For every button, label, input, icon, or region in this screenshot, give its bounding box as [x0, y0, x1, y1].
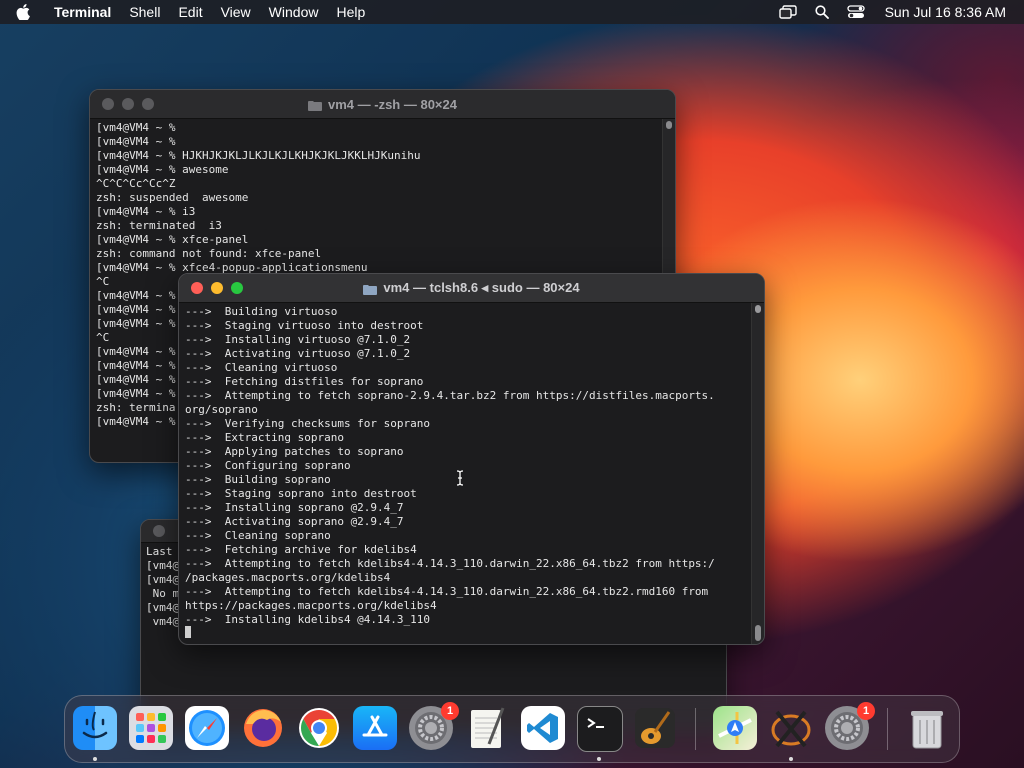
- scrollbar[interactable]: [751, 303, 764, 644]
- dock-firefox-icon[interactable]: [241, 706, 285, 750]
- window-titlebar[interactable]: vm4 — tclsh8.6 ◂ sudo — 80×24: [179, 274, 764, 303]
- spotlight-search-icon[interactable]: [809, 5, 835, 19]
- menu-edit[interactable]: Edit: [178, 0, 202, 24]
- terminal-line: ---> Building virtuoso: [185, 305, 338, 318]
- terminal-line: ---> Activating virtuoso @7.1.0_2: [185, 347, 411, 360]
- terminal-line: [vm4@VM4 ~ % HJKHJKJKLJLKJLKJLKHJKJKLJKK…: [96, 149, 421, 162]
- terminal-line: ---> Applying patches to soprano: [185, 445, 404, 458]
- terminal-line: ---> Installing soprano @2.9.4_7: [185, 501, 404, 514]
- terminal-line: ---> Verifying checksums for soprano: [185, 417, 431, 430]
- dock-launchpad-icon[interactable]: [129, 706, 173, 750]
- terminal-line: zsh: suspended awesome: [96, 191, 249, 204]
- terminal-line: ^C^C^Cc^Cc^Z: [96, 177, 176, 190]
- dock: 1 1: [64, 695, 960, 763]
- terminal-line: ---> Staging virtuoso into destroot: [185, 319, 424, 332]
- menu-app-terminal[interactable]: Terminal: [54, 0, 111, 24]
- folder-icon: [308, 99, 322, 111]
- scrollbar-top: [755, 305, 761, 313]
- terminal-line: ---> Fetching archive for kdelibs4: [185, 543, 417, 556]
- running-indicator: [597, 757, 601, 761]
- terminal-window-tclsh[interactable]: vm4 — tclsh8.6 ◂ sudo — 80×24 ---> Build…: [178, 273, 765, 645]
- terminal-line: ---> Activating soprano @2.9.4_7: [185, 515, 404, 528]
- terminal-line: org/soprano: [185, 403, 258, 416]
- scrollbar-thumb[interactable]: [666, 121, 672, 129]
- screen-mirroring-icon[interactable]: [775, 5, 801, 19]
- dock-app-store-icon[interactable]: [353, 706, 397, 750]
- terminal-line: ---> Staging soprano into destroot: [185, 487, 417, 500]
- terminal-line: ---> Extracting soprano: [185, 431, 344, 444]
- terminal-line: https://packages.macports.org/kdelibs4: [185, 599, 437, 612]
- dock-chrome-icon[interactable]: [297, 706, 341, 750]
- dock-trash-icon[interactable]: [905, 706, 949, 750]
- menu-view[interactable]: View: [221, 0, 251, 24]
- zoom-window-button[interactable]: [142, 98, 154, 110]
- dock-vscode-icon[interactable]: [521, 706, 565, 750]
- text-cursor: [185, 626, 191, 638]
- close-window-button[interactable]: [191, 282, 203, 294]
- notification-badge: 1: [441, 702, 459, 720]
- dock-system-settings-icon[interactable]: 1: [825, 702, 875, 750]
- terminal-line: ---> Fetching distfiles for soprano: [185, 375, 424, 388]
- window-title: vm4 — -zsh — 80×24: [328, 96, 457, 112]
- zoom-window-button[interactable]: [231, 282, 243, 294]
- dock-finder-icon[interactable]: [73, 706, 117, 750]
- terminal-line: [vm4@VM4 ~ % awesome: [96, 163, 229, 176]
- dock-xquartz-icon[interactable]: [769, 706, 813, 750]
- control-center-icon[interactable]: [843, 5, 869, 19]
- scrollbar-thumb[interactable]: [755, 625, 761, 641]
- status-area: Sun Jul 16 8:36 AM: [775, 0, 1024, 24]
- menu-window[interactable]: Window: [269, 0, 319, 24]
- menu-shell[interactable]: Shell: [129, 0, 160, 24]
- window-title: vm4 — tclsh8.6 ◂ sudo — 80×24: [383, 280, 580, 295]
- terminal-line: ---> Cleaning virtuoso: [185, 361, 338, 374]
- close-window-button[interactable]: [102, 98, 114, 110]
- dock-maps-icon[interactable]: [713, 706, 757, 750]
- menu-help[interactable]: Help: [336, 0, 365, 24]
- terminal-line: [vm4@VM4 ~ %: [96, 135, 176, 148]
- apple-menu-icon[interactable]: [16, 4, 38, 20]
- dock-terminal-icon[interactable]: [577, 706, 623, 752]
- close-window-button[interactable]: [153, 525, 165, 537]
- dock-system-settings-icon[interactable]: 1: [409, 702, 459, 750]
- folder-icon: [363, 283, 378, 295]
- dock-garageband-icon[interactable]: [633, 706, 677, 750]
- terminal-line: ---> Cleaning soprano: [185, 529, 331, 542]
- terminal-line: zsh: terminated i3: [96, 219, 222, 232]
- terminal-line: ---> Attempting to fetch kdelibs4-4.14.3…: [185, 557, 715, 570]
- minimize-window-button[interactable]: [211, 282, 223, 294]
- terminal-line: ---> Installing virtuoso @7.1.0_2: [185, 333, 411, 346]
- terminal-line: zsh: command not found: xfce-panel: [96, 247, 322, 260]
- dock-separator: [887, 708, 888, 750]
- terminal-line: ---> Attempting to fetch soprano-2.9.4.t…: [185, 389, 715, 402]
- terminal-line: ---> Installing kdelibs4 @4.14.3_110: [185, 613, 431, 626]
- dock-safari-icon[interactable]: [185, 706, 229, 750]
- running-indicator: [93, 757, 97, 761]
- notification-badge: 1: [857, 702, 875, 720]
- dock-separator: [695, 708, 696, 750]
- terminal-line: [vm4@VM4 ~ %: [96, 121, 176, 134]
- menubar-clock[interactable]: Sun Jul 16 8:36 AM: [885, 4, 1006, 20]
- terminal-line: ---> Configuring soprano: [185, 459, 351, 472]
- dock-textedit-icon[interactable]: [465, 706, 509, 750]
- terminal-line: /packages.macports.org/kdelibs4: [185, 571, 391, 584]
- menu-bar: Terminal Shell Edit View Window Help Sun…: [0, 0, 1024, 24]
- terminal-line: ---> Building soprano: [185, 473, 331, 486]
- terminal-line: ---> Attempting to fetch kdelibs4-4.14.3…: [185, 585, 709, 598]
- minimize-window-button[interactable]: [122, 98, 134, 110]
- terminal-line: [vm4@VM4 ~ % xfce-panel: [96, 233, 249, 246]
- terminal-line: [vm4@VM4 ~ % i3: [96, 205, 196, 218]
- window-titlebar[interactable]: vm4 — -zsh — 80×24: [90, 90, 675, 119]
- running-indicator: [789, 757, 793, 761]
- terminal-output[interactable]: ---> Building virtuoso ---> Staging virtu…: [179, 303, 764, 627]
- ibeam-cursor-icon: [456, 470, 464, 491]
